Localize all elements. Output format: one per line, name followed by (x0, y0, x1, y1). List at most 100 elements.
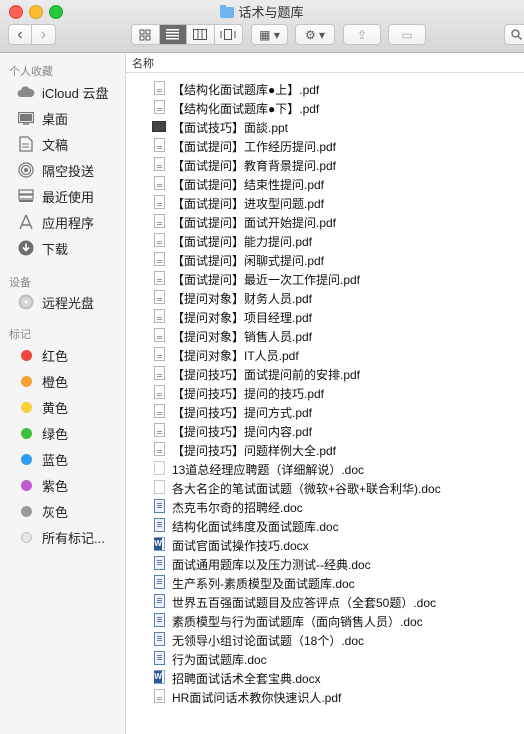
file-row[interactable]: 生产系列-素质模型及面试题库.doc (126, 573, 524, 592)
sidebar-tag-blue[interactable]: 蓝色 (0, 448, 125, 470)
file-name: 【面试提问】闲聊式提问.pdf (172, 254, 325, 268)
file-row[interactable]: 【提问技巧】提问内容.pdf (126, 421, 524, 440)
file-row[interactable]: 【面试提问】闲聊式提问.pdf (126, 250, 524, 269)
navigation-buttons: ‹ › (8, 24, 56, 45)
share-icon: ⇪ (356, 27, 368, 42)
file-row[interactable]: HR面试问话术教你快速识人.pdf (126, 687, 524, 706)
sidebar-tag-orange[interactable]: 橙色 (0, 370, 125, 392)
sidebar-item-applications[interactable]: 应用程序 (0, 211, 125, 233)
file-name: 【面试技巧】面談.ppt (172, 121, 289, 135)
blank-file-icon (154, 461, 165, 475)
file-row[interactable]: 【提问技巧】提问方式.pdf (126, 402, 524, 421)
file-row[interactable]: 【面试提问】进攻型问题.pdf (126, 193, 524, 212)
file-name: 【结构化面试题库●下】.pdf (172, 102, 320, 116)
file-row[interactable]: 面试通用题库以及压力测试--经典.doc (126, 554, 524, 573)
file-row[interactable]: 【提问技巧】提问的技巧.pdf (126, 383, 524, 402)
sidebar-tag-gray[interactable]: 灰色 (0, 500, 125, 522)
icon-view-button[interactable] (132, 25, 160, 44)
tag-dot-icon (21, 375, 32, 387)
column-view-button[interactable] (187, 25, 215, 44)
sidebar-tag-yellow[interactable]: 黄色 (0, 396, 125, 418)
applications-icon (17, 213, 35, 231)
sidebar-item-remote-disc[interactable]: 远程光盘 (0, 291, 125, 313)
file-row[interactable]: 【提问对象】销售人员.pdf (126, 326, 524, 345)
tag-dot-icon (21, 401, 32, 413)
file-name: 【提问对象】财务人员.pdf (172, 292, 313, 306)
sidebar-tag-all[interactable]: 所有标记... (0, 526, 125, 548)
doc-file-icon (154, 613, 165, 627)
blank-file-icon (154, 480, 165, 494)
file-name: 【面试提问】面试开始提问.pdf (172, 216, 337, 230)
file-row[interactable]: 【面试提问】最近一次工作提问.pdf (126, 269, 524, 288)
sidebar-tag-red[interactable]: 红色 (0, 344, 125, 366)
file-row[interactable]: 招聘面试话术全套宝典.docx (126, 668, 524, 687)
file-row[interactable]: 【面试提问】结束性提问.pdf (126, 174, 524, 193)
grid-icon (139, 29, 151, 40)
pdf-file-icon (154, 689, 165, 703)
doc-file-icon (154, 556, 165, 570)
file-name: 【面试提问】能力提问.pdf (172, 235, 313, 249)
gallery-view-button[interactable] (215, 25, 242, 44)
sidebar-item-icloud[interactable]: iCloud 云盘 (0, 81, 125, 103)
file-row[interactable]: 【提问对象】项目经理.pdf (126, 307, 524, 326)
arrange-button[interactable]: ▦ ▾ (251, 24, 288, 45)
file-row[interactable]: 【面试提问】能力提问.pdf (126, 231, 524, 250)
sidebar-item-documents[interactable]: 文稿 (0, 133, 125, 155)
ppt-file-icon (152, 121, 166, 132)
pdf-file-icon (154, 385, 165, 399)
docx-file-icon (154, 537, 165, 551)
file-row[interactable]: 结构化面试纬度及面试题库.doc (126, 516, 524, 535)
back-button[interactable]: ‹ (9, 25, 33, 44)
file-row[interactable]: 【提问技巧】面试提问前的安排.pdf (126, 364, 524, 383)
sidebar-item-desktop[interactable]: 桌面 (0, 107, 125, 129)
action-button[interactable]: ⚙ ▾ (295, 24, 335, 45)
file-name: 【面试提问】工作经历提问.pdf (172, 140, 337, 154)
file-row[interactable]: 13道总经理应聘题（详细解说）.doc (126, 459, 524, 478)
file-row[interactable]: 【面试提问】工作经历提问.pdf (126, 136, 524, 155)
file-row[interactable]: 【结构化面试题库●下】.pdf (126, 98, 524, 117)
file-row[interactable]: 行为面试题库.doc (126, 649, 524, 668)
file-row[interactable]: 【面试提问】教育背景提问.pdf (126, 155, 524, 174)
file-row[interactable]: 各大名企的笔试面试题（微软+谷歌+联合利华).doc (126, 478, 524, 497)
pdf-file-icon (154, 442, 165, 456)
file-row[interactable]: 面试官面试操作技巧.docx (126, 535, 524, 554)
file-row[interactable]: 【结构化面试题库●上】.pdf (126, 79, 524, 98)
file-row[interactable]: 素质模型与行为面试题库（面向销售人员）.doc (126, 611, 524, 630)
file-row[interactable]: 世界五百强面试题目及应答评点（全套50题）.doc (126, 592, 524, 611)
file-row[interactable]: 杰克韦尔奇的招聘经.doc (126, 497, 524, 516)
folder-icon (220, 5, 235, 18)
file-row[interactable]: 【提问对象】IT人员.pdf (126, 345, 524, 364)
sidebar-tag-purple[interactable]: 紫色 (0, 474, 125, 496)
search-button[interactable] (504, 24, 524, 45)
share-button[interactable]: ⇪ (343, 24, 381, 45)
file-row[interactable]: 无领导小组讨论面试题（18个）.doc (126, 630, 524, 649)
tag-dot-icon (21, 505, 32, 517)
sidebar-item-recents[interactable]: 最近使用 (0, 185, 125, 207)
sidebar-item-downloads[interactable]: 下载 (0, 237, 125, 259)
file-row[interactable]: 【提问对象】财务人员.pdf (126, 288, 524, 307)
arrange-icon: ▦ ▾ (259, 27, 280, 42)
view-mode-control (131, 24, 243, 45)
documents-icon (17, 135, 35, 153)
file-name: 13道总经理应聘题（详细解说）.doc (172, 463, 365, 477)
doc-file-icon (154, 499, 165, 513)
devices-header: 设备 (9, 277, 31, 289)
name-column-header[interactable]: 名称 (126, 53, 524, 73)
downloads-icon (17, 239, 35, 257)
file-name: 【面试提问】教育背景提问.pdf (172, 159, 337, 173)
tag-button[interactable]: ▭ (388, 24, 426, 45)
file-row[interactable]: 【面试技巧】面談.ppt (126, 117, 524, 136)
file-row[interactable]: 【面试提问】面试开始提问.pdf (126, 212, 524, 231)
list-view-button[interactable] (159, 25, 187, 44)
forward-button[interactable]: › (32, 25, 55, 44)
file-name: 生产系列-素质模型及面试题库.doc (172, 577, 355, 591)
recents-icon (17, 187, 35, 205)
sidebar-tag-green[interactable]: 绿色 (0, 422, 125, 444)
toolbar: 话术与题库 ‹ › ▦ ▾ ⚙ ▾ ⇪ ▭ (0, 0, 524, 53)
pdf-file-icon (154, 195, 165, 209)
pdf-file-icon (154, 81, 165, 95)
file-row[interactable]: 【提问技巧】问题样例大全.pdf (126, 440, 524, 459)
sidebar-item-airdrop[interactable]: 隔空投送 (0, 159, 125, 181)
columns-icon (193, 29, 208, 40)
disc-icon (17, 293, 35, 311)
